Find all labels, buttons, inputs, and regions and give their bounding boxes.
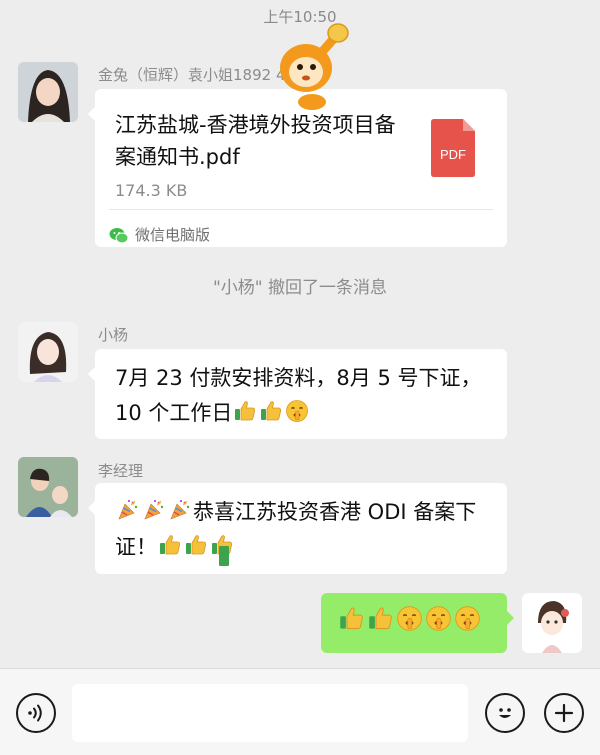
party-popper-emoji — [116, 498, 140, 522]
thumbs-up-emoji — [367, 605, 394, 632]
thumbs-up-emoji — [259, 399, 283, 423]
sender-name: 金兔（恒辉）袁小姐1892 460 — [98, 66, 305, 84]
avatar-sender-3[interactable] — [18, 457, 78, 517]
text-message[interactable]: 7月 23 付款安排资料，8月 5 号下证，10 个工作日 — [88, 349, 507, 439]
file-size: 174.3 KB — [115, 181, 188, 200]
chat-screen: 上午10:50 金兔（恒辉）袁小姐1892 460 江苏盐城-香港境外投资项目备… — [0, 0, 600, 755]
sender-name: 李经理 — [98, 462, 144, 480]
shushing-face-emoji — [425, 605, 452, 632]
green-marker — [219, 546, 229, 566]
shushing-face-emoji — [396, 605, 423, 632]
divider — [109, 209, 493, 210]
file-source: 微信电脑版 — [109, 218, 210, 253]
recall-notice: "小杨" 撤回了一条消息 — [212, 278, 388, 298]
sender-name: 小杨 — [98, 326, 129, 344]
composer-bar — [0, 668, 600, 755]
avatar-sender-2[interactable] — [18, 322, 78, 382]
emoji-button[interactable] — [485, 693, 525, 733]
file-name: 江苏盐城-香港境外投资项目备案通知书.pdf — [115, 113, 396, 169]
thumbs-up-emoji — [338, 605, 365, 632]
shushing-face-emoji — [285, 399, 309, 423]
avatar-self[interactable] — [522, 593, 582, 653]
outgoing-message[interactable] — [321, 593, 514, 653]
shushing-face-emoji — [454, 605, 481, 632]
avatar-sender-1[interactable] — [18, 62, 78, 122]
voice-icon — [28, 704, 42, 722]
plus-button[interactable] — [544, 693, 584, 733]
party-popper-emoji — [142, 498, 166, 522]
text-message[interactable]: 恭喜江苏投资香港 ODI 备案下证！ — [88, 483, 507, 574]
emoji-icon — [499, 708, 511, 718]
message-input[interactable] — [72, 684, 468, 742]
voice-button[interactable] — [16, 693, 56, 733]
plus-icon — [554, 703, 574, 723]
wechat-icon — [109, 227, 129, 243]
pdf-label: PDF — [440, 147, 466, 162]
mascot-sticker — [280, 23, 349, 110]
thumbs-up-emoji — [184, 533, 208, 557]
source-app-label: 微信电脑版 — [135, 226, 211, 244]
thumbs-up-emoji — [233, 399, 257, 423]
file-message-card[interactable]: 江苏盐城-香港境外投资项目备案通知书.pdf 174.3 KB PDF 微信电脑… — [88, 89, 507, 247]
pdf-file-icon: PDF — [431, 119, 475, 177]
thumbs-up-emoji — [158, 533, 182, 557]
party-popper-emoji — [168, 498, 192, 522]
